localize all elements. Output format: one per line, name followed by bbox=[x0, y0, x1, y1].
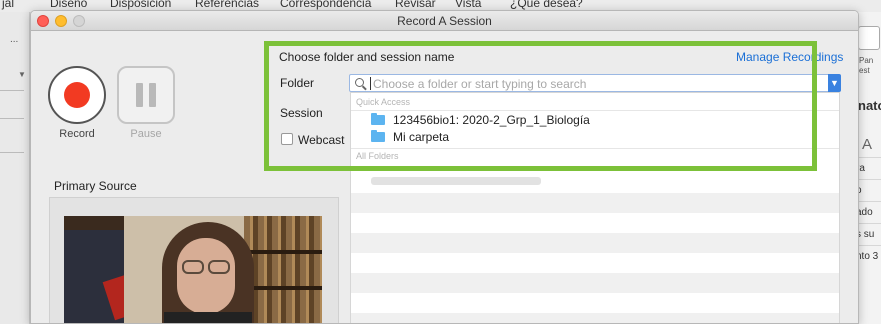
pane-label: Pan est bbox=[859, 56, 874, 75]
folder-icon bbox=[371, 113, 385, 125]
folder-icon bbox=[371, 130, 385, 142]
session-label: Session bbox=[280, 106, 323, 120]
menu-item[interactable]: Correspondencia bbox=[280, 0, 371, 10]
webcast-label: Webcast bbox=[298, 133, 345, 147]
panel-heading: nato bbox=[858, 98, 881, 113]
pane-button[interactable] bbox=[858, 26, 880, 50]
title-bar: Record A Session bbox=[31, 11, 858, 31]
menu-item[interactable]: jal bbox=[2, 0, 14, 10]
dialog-title: Record A Session bbox=[397, 14, 492, 28]
folder-label: Folder bbox=[280, 76, 315, 90]
menu-item[interactable]: Revisar bbox=[395, 0, 436, 10]
all-folders-header: All Folders bbox=[356, 151, 399, 161]
form-heading: Choose folder and session name bbox=[279, 50, 455, 64]
folder-search-input[interactable]: Choose a folder or start typing to searc… bbox=[349, 74, 841, 92]
record-session-dialog: Record A Session Record Pause Primary So… bbox=[30, 10, 859, 324]
divider bbox=[0, 118, 24, 119]
quick-access-header: Quick Access bbox=[356, 97, 411, 107]
webcam-preview bbox=[64, 216, 322, 323]
divider bbox=[0, 152, 24, 153]
folder-placeholder: Choose a folder or start typing to searc… bbox=[373, 77, 587, 91]
record-button[interactable] bbox=[48, 66, 106, 124]
folder-dropdown: Quick Access 123456bio1: 2020-2_Grp_1_Bi… bbox=[350, 92, 840, 323]
background-left-strip: ... ▼ bbox=[0, 12, 30, 324]
chevron-down-icon[interactable]: ▼ bbox=[828, 74, 841, 92]
manage-recordings-link[interactable]: Manage Recordings bbox=[736, 50, 843, 64]
pause-icon bbox=[136, 83, 143, 107]
menu-item[interactable]: ¿Qué desea? bbox=[510, 0, 583, 10]
pause-label: Pause bbox=[130, 128, 162, 140]
loading-placeholder bbox=[371, 177, 541, 185]
record-icon bbox=[64, 82, 90, 108]
menu-item[interactable]: Disposición bbox=[110, 0, 171, 10]
menu-item[interactable]: Vista bbox=[455, 0, 481, 10]
pause-button[interactable] bbox=[117, 66, 175, 124]
primary-source-panel bbox=[49, 197, 339, 323]
menu-item[interactable]: Referencias bbox=[195, 0, 259, 10]
record-label: Record bbox=[59, 128, 95, 140]
webcast-checkbox[interactable] bbox=[281, 133, 293, 145]
chevron-down-icon[interactable]: ▼ bbox=[18, 70, 26, 79]
menu-item[interactable]: Diseño bbox=[50, 0, 87, 10]
more-dots: ... bbox=[10, 34, 19, 45]
divider bbox=[0, 90, 24, 91]
primary-source-title: Primary Source bbox=[54, 179, 137, 193]
text-style-icon[interactable]: A bbox=[862, 136, 872, 153]
